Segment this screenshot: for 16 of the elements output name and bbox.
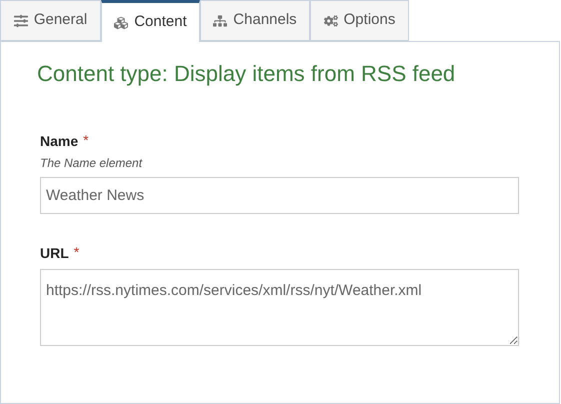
gears-icon xyxy=(324,14,338,28)
sitemap-icon xyxy=(213,14,228,28)
cubes-icon xyxy=(114,16,128,30)
required-mark: * xyxy=(83,132,89,148)
tab[interactable]: Content xyxy=(101,0,200,42)
sliders-icon xyxy=(14,14,28,28)
field-label: Name xyxy=(40,132,78,150)
tab[interactable]: Options xyxy=(310,0,409,41)
field-hint: The Name element xyxy=(40,155,142,171)
tab[interactable]: General xyxy=(0,0,101,41)
url-field[interactable]: https://rss.nytimes.com/services/xml/rss/nyt/Weather.xml xyxy=(40,269,519,346)
required-mark: * xyxy=(74,244,80,260)
tab[interactable]: Channels xyxy=(200,0,310,41)
field-label: URL xyxy=(40,244,69,262)
panel-title: Content type: Display items from RSS feed xyxy=(37,60,456,88)
name-field[interactable]: Weather News xyxy=(40,177,519,214)
